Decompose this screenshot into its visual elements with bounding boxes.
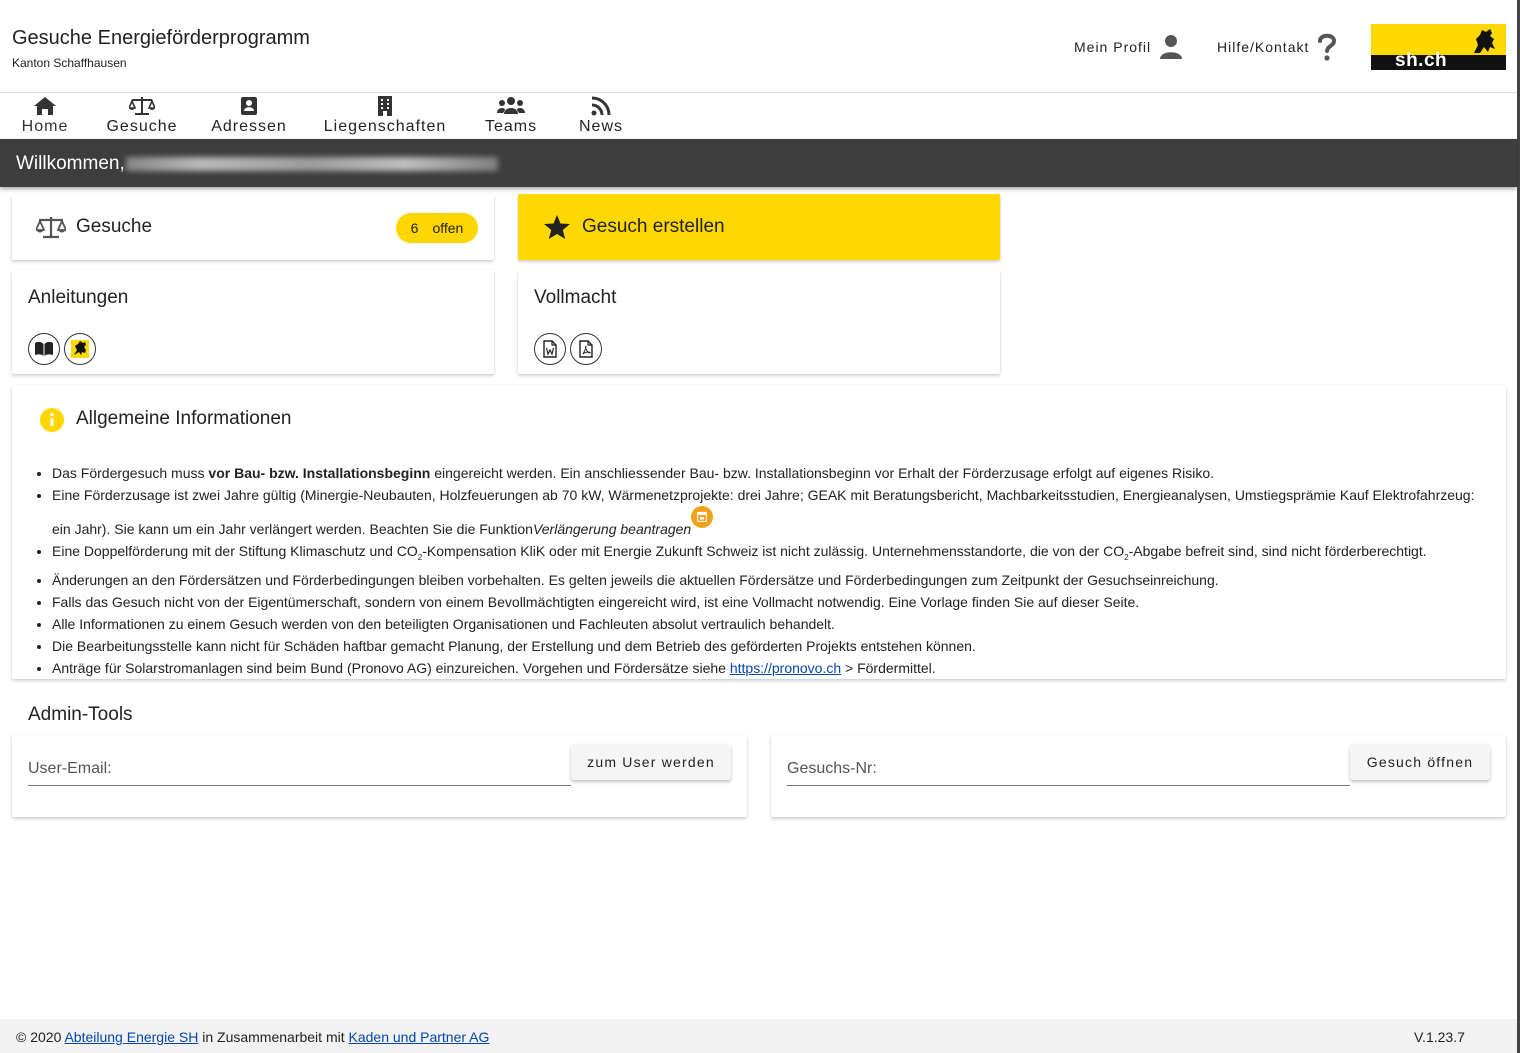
user-email-label: User-Email: (28, 760, 112, 777)
gesuche-card-title: Gesuche (76, 216, 153, 237)
energie-sh-link[interactable]: Abteilung Energie SH (64, 1029, 198, 1045)
anleitungen-title: Anleitungen (28, 287, 129, 308)
nav-news[interactable]: News (577, 93, 625, 139)
nav-gesuche-label: Gesuche (106, 118, 178, 135)
nav-teams[interactable]: Teams (483, 93, 539, 139)
vollmacht-title: Vollmacht (534, 287, 617, 308)
question-icon (1318, 33, 1337, 61)
extension-function-name: Verlängerung beantragen (532, 521, 692, 537)
info-item-5: Falls das Gesuch nicht von der Eigentüme… (52, 591, 1492, 613)
footer-credits: © 2020 Abteilung Energie SH in Zusammena… (16, 1029, 490, 1045)
canton-guide-button[interactable] (64, 333, 96, 365)
info-item-2: Eine Förderzusage ist zwei Jahre gültig … (52, 484, 1492, 540)
info-item-1: Das Fördergesuch muss vor Bau- bzw. Inst… (52, 462, 1492, 484)
nav-home-label: Home (21, 118, 69, 135)
create-gesuch-card[interactable]: Gesuch erstellen (518, 194, 1000, 260)
app-title: Gesuche Energieförderprogramm (12, 27, 310, 49)
gesuch-nr-input[interactable] (881, 759, 1331, 781)
manual-button[interactable] (28, 333, 60, 365)
kaden-partner-link[interactable]: Kaden und Partner AG (349, 1029, 490, 1045)
word-file-icon (543, 340, 557, 358)
gesuche-card[interactable]: Gesuche 6 offen (12, 194, 494, 260)
info-item-1-bold: vor Bau- bzw. Installationsbeginn (208, 465, 431, 481)
footer: © 2020 Abteilung Energie SH in Zusammena… (0, 1019, 1517, 1053)
extension-calendar-icon[interactable] (691, 506, 714, 528)
create-gesuch-title: Gesuch erstellen (582, 216, 725, 237)
vollmacht-pdf-button[interactable] (570, 333, 602, 365)
info-item-3: Eine Doppelförderung mit der Stiftung Kl… (52, 540, 1492, 569)
canton-logo-icon (71, 340, 89, 358)
app-subtitle: Kanton Schaffhausen (12, 56, 127, 70)
main-nav: Home Gesuche Adressen Liegenschaften Tea… (0, 93, 1517, 139)
redacted-username (126, 157, 498, 171)
open-gesuch-card: Gesuchs-Nr: Gesuch öffnen (771, 735, 1506, 817)
vollmacht-card: Vollmacht (518, 270, 1000, 374)
pronovo-link[interactable]: https://pronovo.ch (730, 660, 841, 676)
canton-logo[interactable]: sh.ch (1371, 24, 1506, 70)
nav-home[interactable]: Home (20, 93, 70, 139)
profile-label: Mein Profil (1074, 39, 1152, 55)
user-email-input[interactable] (122, 759, 562, 781)
info-item-8: Anträge für Solarstromanlagen sind beim … (52, 657, 1492, 679)
welcome-bar: Willkommen, (0, 139, 1517, 187)
user-email-underline (28, 785, 571, 786)
become-user-button[interactable]: zum User werden (571, 744, 731, 780)
nav-liegenschaften-label: Liegenschaften (323, 118, 447, 135)
nav-adressen[interactable]: Adressen (210, 93, 288, 139)
profile-link[interactable]: Mein Profil (1074, 33, 1183, 61)
scale-icon (36, 217, 66, 239)
anleitungen-card: Anleitungen (12, 270, 494, 374)
admin-tools-title: Admin-Tools (28, 704, 133, 725)
address-book-icon (241, 97, 257, 115)
become-user-card: User-Email: zum User werden (12, 735, 747, 817)
info-item-6: Alle Informationen zu einem Gesuch werde… (52, 613, 1492, 635)
help-label: Hilfe/Kontakt (1217, 39, 1310, 55)
scale-icon (129, 97, 155, 115)
book-icon (35, 341, 53, 356)
info-list: Das Fördergesuch muss vor Bau- bzw. Inst… (52, 462, 1492, 679)
pdf-file-icon (579, 340, 593, 358)
building-icon (378, 96, 392, 116)
nav-news-label: News (578, 118, 623, 135)
nav-adressen-label: Adressen (211, 118, 287, 135)
open-count-label: offen (432, 220, 464, 236)
gesuch-nr-label: Gesuchs-Nr: (787, 760, 877, 777)
info-item-7: Die Bearbeitungsstelle kann nicht für Sc… (52, 635, 1492, 657)
info-item-4: Änderungen an den Fördersätzen und Förde… (52, 569, 1492, 591)
nav-teams-label: Teams (484, 118, 538, 135)
ram-icon (1474, 29, 1495, 53)
version-label: V.1.23.7 (1414, 1029, 1465, 1045)
info-title: Allgemeine Informationen (76, 408, 292, 429)
app-header: Gesuche Energieförderprogramm Kanton Sch… (0, 0, 1517, 93)
user-icon (1160, 35, 1183, 59)
gesuch-nr-underline (787, 785, 1350, 786)
star-icon (544, 215, 570, 239)
nav-gesuche[interactable]: Gesuche (106, 93, 178, 139)
open-count: 6 (410, 220, 419, 236)
home-icon (34, 97, 56, 115)
welcome-text: Willkommen, (16, 153, 125, 174)
open-count-badge[interactable]: 6 offen (396, 213, 478, 243)
users-icon (497, 97, 525, 114)
nav-liegenschaften[interactable]: Liegenschaften (320, 93, 450, 139)
vollmacht-word-button[interactable] (534, 333, 566, 365)
logo-text: sh.ch (1395, 50, 1448, 70)
rss-icon (591, 96, 611, 116)
info-icon (40, 408, 64, 432)
open-gesuch-button[interactable]: Gesuch öffnen (1350, 744, 1490, 780)
help-contact-link[interactable]: Hilfe/Kontakt (1217, 33, 1337, 61)
